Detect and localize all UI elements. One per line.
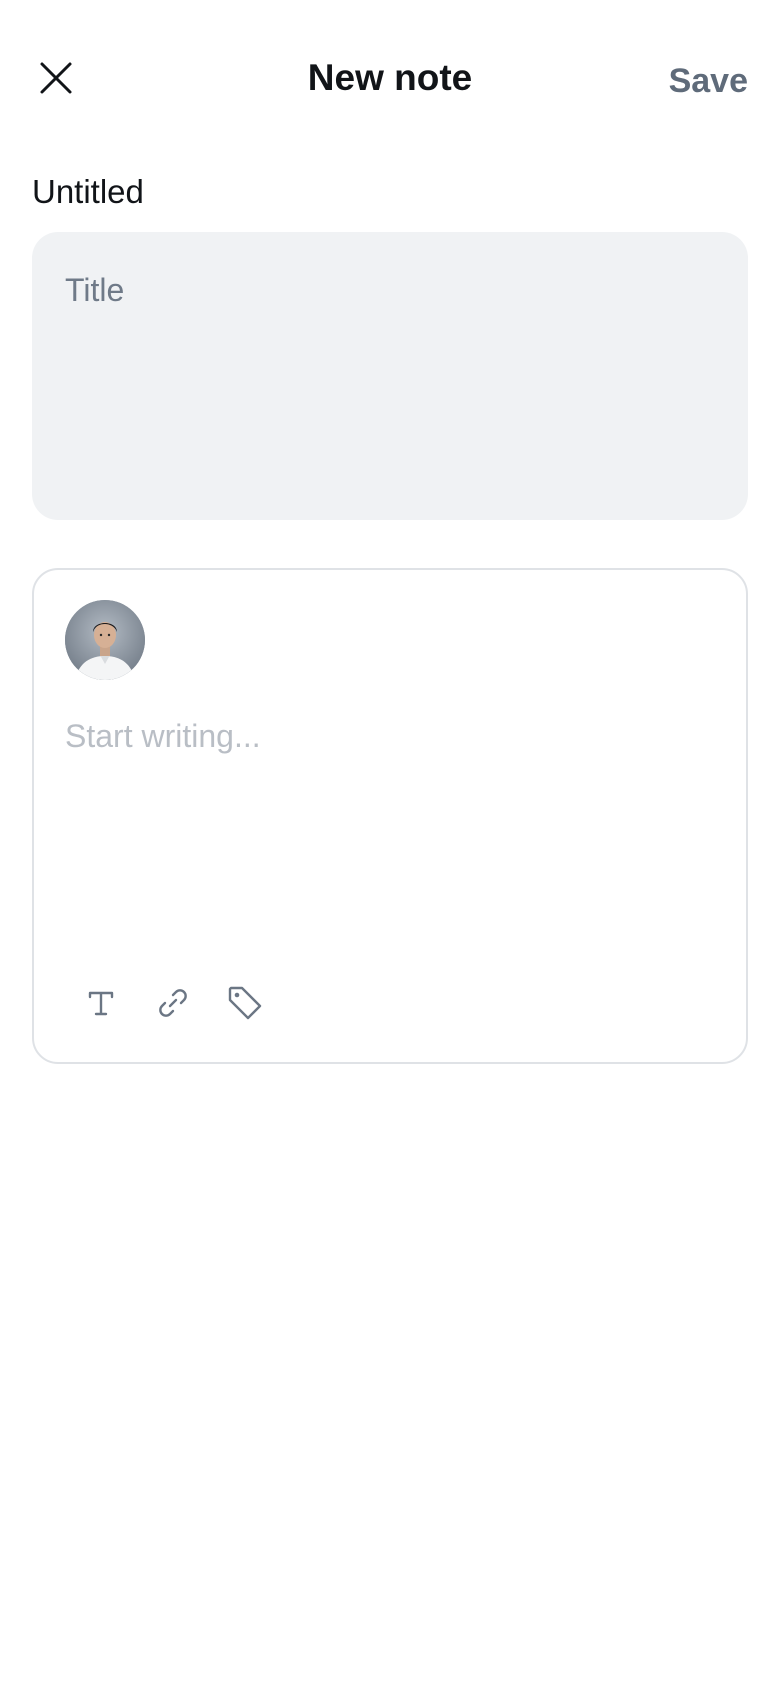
formatting-toolbar [78,978,294,1028]
note-name-label: Untitled [32,173,144,210]
avatar-image [65,600,145,680]
save-button[interactable]: Save [669,55,748,107]
top-bar: New note Save [0,0,780,160]
link-icon [159,989,187,1017]
note-body-input[interactable] [65,714,715,874]
tag-button[interactable] [222,980,268,1026]
link-button[interactable] [150,980,196,1026]
title-field[interactable] [32,232,748,520]
avatar [65,600,145,680]
tag-icon [228,986,262,1020]
title-input[interactable] [65,268,715,312]
text-format-button[interactable] [78,980,124,1026]
page-title: New note [307,57,473,98]
text-format-icon [88,991,114,1016]
note-editor-card [32,568,748,1064]
